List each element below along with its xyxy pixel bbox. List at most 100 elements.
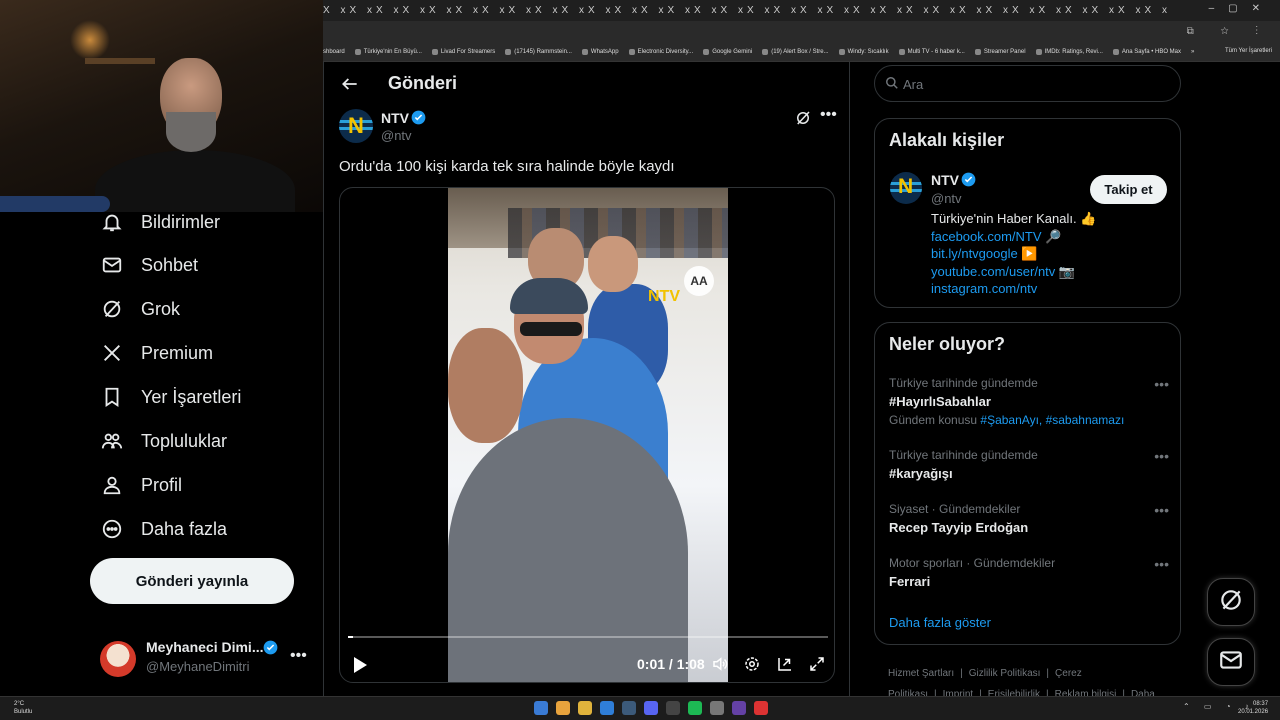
window-controls[interactable]: –▢✕ [1209,3,1274,14]
browser-tab[interactable]: X x [588,5,615,16]
nav-item-profile[interactable]: Profil [100,470,182,500]
bookmarks-overflow[interactable]: » [1191,49,1194,55]
related-avatar[interactable]: N [890,172,922,204]
bookmark-item[interactable]: shboard [323,49,345,55]
spotify-icon[interactable] [688,701,702,715]
browser-tab[interactable]: X x [721,5,748,16]
search-box[interactable] [874,65,1181,102]
browser-tab[interactable]: X x [429,5,456,16]
bookmark-item[interactable]: Electronic Diversity... [628,48,693,55]
bookmark-item[interactable]: IMDb: Ratings, Revi... [1035,48,1103,55]
app-icon[interactable] [754,701,768,715]
more-dots-icon[interactable]: ••• [1154,502,1169,518]
app-icon[interactable] [732,701,746,715]
bookmark-item[interactable]: (17145) Rammstein... [505,48,572,55]
messages-fab[interactable] [1207,638,1255,686]
browser-tab[interactable]: X x [641,5,668,16]
show-more-link[interactable]: Daha fazla göster [889,615,991,630]
video-progress-bar[interactable] [348,636,828,638]
browser-tab[interactable]: X x [1145,5,1172,16]
back-arrow-icon[interactable] [340,74,360,94]
browser-tab[interactable]: X x [615,5,642,16]
browser-tab[interactable]: X x [562,5,589,16]
weather-widget[interactable]: 2°C Bulutlu [14,700,32,716]
browser-tab[interactable]: X x [1012,5,1039,16]
browser-tab[interactable]: X x [323,5,350,16]
settings-gear-icon[interactable] [743,655,763,675]
tweet-author-handle[interactable]: @ntv [381,128,412,143]
trend-item[interactable]: Türkiye tarihinde gündemde #karyağışı ••… [889,448,1169,481]
trend-item[interactable]: Motor sporları · Gündemdekiler Ferrari •… [889,556,1169,589]
nav-item-communities[interactable]: Topluluklar [100,426,227,456]
browser-tab[interactable]: X x [694,5,721,16]
steam-icon[interactable] [622,701,636,715]
bio-link[interactable]: youtube.com/user/ntv 📷 [931,263,1096,281]
browser-tab[interactable]: X x [403,5,430,16]
browser-tab[interactable]: X x [800,5,827,16]
more-dots-icon[interactable]: ••• [290,647,307,665]
browser-tab[interactable]: X x [535,5,562,16]
browser-tab[interactable]: X x [747,5,774,16]
more-dots-icon[interactable]: ••• [1154,376,1169,392]
browser-tab[interactable]: X x [986,5,1013,16]
trend-item[interactable]: Siyaset · Gündemdekiler Recep Tayyip Erd… [889,502,1169,535]
bookmark-item[interactable]: Ana Sayfa • HBO Max [1112,48,1181,55]
browser-tab[interactable]: X x [880,5,907,16]
all-bookmarks[interactable]: Tüm Yer İşaretleri [1225,48,1272,54]
video-player[interactable]: AA NTV 0:01 / 1:08 [339,187,835,683]
browser-tab[interactable]: X x [774,5,801,16]
windows-start-icon[interactable] [534,701,548,715]
play-icon[interactable] [352,656,368,679]
clock[interactable]: 08:37 20.01.2026 [1238,700,1268,716]
nav-item-premium[interactable]: Premium [100,338,213,368]
browser-tab[interactable]: X x [1039,5,1066,16]
chrome-icon[interactable] [556,701,570,715]
browser-tab[interactable]: X x [906,5,933,16]
follow-button[interactable]: Takip et [1090,175,1167,204]
app-icon[interactable] [710,701,724,715]
app-icon[interactable] [666,701,680,715]
browser-tab[interactable]: X x [350,5,377,16]
more-dots-icon[interactable]: ••• [1154,556,1169,572]
picture-in-picture-icon[interactable] [776,655,796,675]
bio-link[interactable]: instagram.com/ntv [931,280,1096,298]
bio-link[interactable]: facebook.com/NTV 🔎 [931,228,1096,246]
browser-tab[interactable]: X x [1065,5,1092,16]
search-input[interactable] [903,74,1163,94]
bookmark-item[interactable]: Streamer Panel [974,48,1026,55]
browser-tab[interactable]: X x [376,5,403,16]
video-frame[interactable]: AA NTV [448,188,728,682]
nav-item-chat[interactable]: Sohbet [100,250,198,280]
trend-sub-links[interactable]: #ŞabanAyı, #sabahnamazı [980,413,1124,427]
more-dots-icon[interactable]: ••• [820,106,837,124]
tweet-author-avatar[interactable]: N [339,109,373,143]
browser-tab[interactable]: X x [1118,5,1145,16]
nav-item-grok[interactable]: Grok [100,294,180,324]
bookmark-item[interactable]: Türkiye'nin En Büyü... [354,48,422,55]
grok-icon[interactable] [794,109,812,132]
fullscreen-icon[interactable] [808,655,828,675]
app-icon[interactable] [600,701,614,715]
browser-tab[interactable]: X x [456,5,483,16]
browser-tab[interactable]: X x [482,5,509,16]
file-explorer-icon[interactable] [578,701,592,715]
browser-tab[interactable]: X x [933,5,960,16]
account-switcher[interactable]: Meyhaneci Dimi... @MeyhaneDimitri ••• [100,637,310,681]
browser-tab[interactable]: X x [853,5,880,16]
bookmark-item[interactable]: (19) Alert Box / Stre... [762,48,829,55]
bookmark-item[interactable]: Multi TV - 6 haber k... [898,48,965,55]
browser-tab[interactable]: X x [668,5,695,16]
nav-item-more[interactable]: Daha fazla [100,514,227,544]
bookmark-item[interactable]: WhatsApp [581,48,619,55]
volume-icon[interactable] [711,655,731,675]
browser-tab[interactable]: X x [827,5,854,16]
related-handle[interactable]: @ntv [931,191,962,206]
toolbar-icons[interactable]: ⧉ ☆ ⋮ [1187,26,1270,37]
trend-item[interactable]: Türkiye tarihinde gündemde #HayırlıSabah… [889,376,1169,427]
related-name[interactable]: NTV [931,172,959,188]
footer-link[interactable]: Hizmet Şartları [888,668,954,679]
bookmark-item[interactable]: Windy: Sıcaklık [838,48,889,55]
bookmark-item[interactable]: Livad For Streamers [431,48,495,55]
tweet-author-name[interactable]: NTV [381,110,409,126]
browser-tab[interactable]: X x [1092,5,1119,16]
